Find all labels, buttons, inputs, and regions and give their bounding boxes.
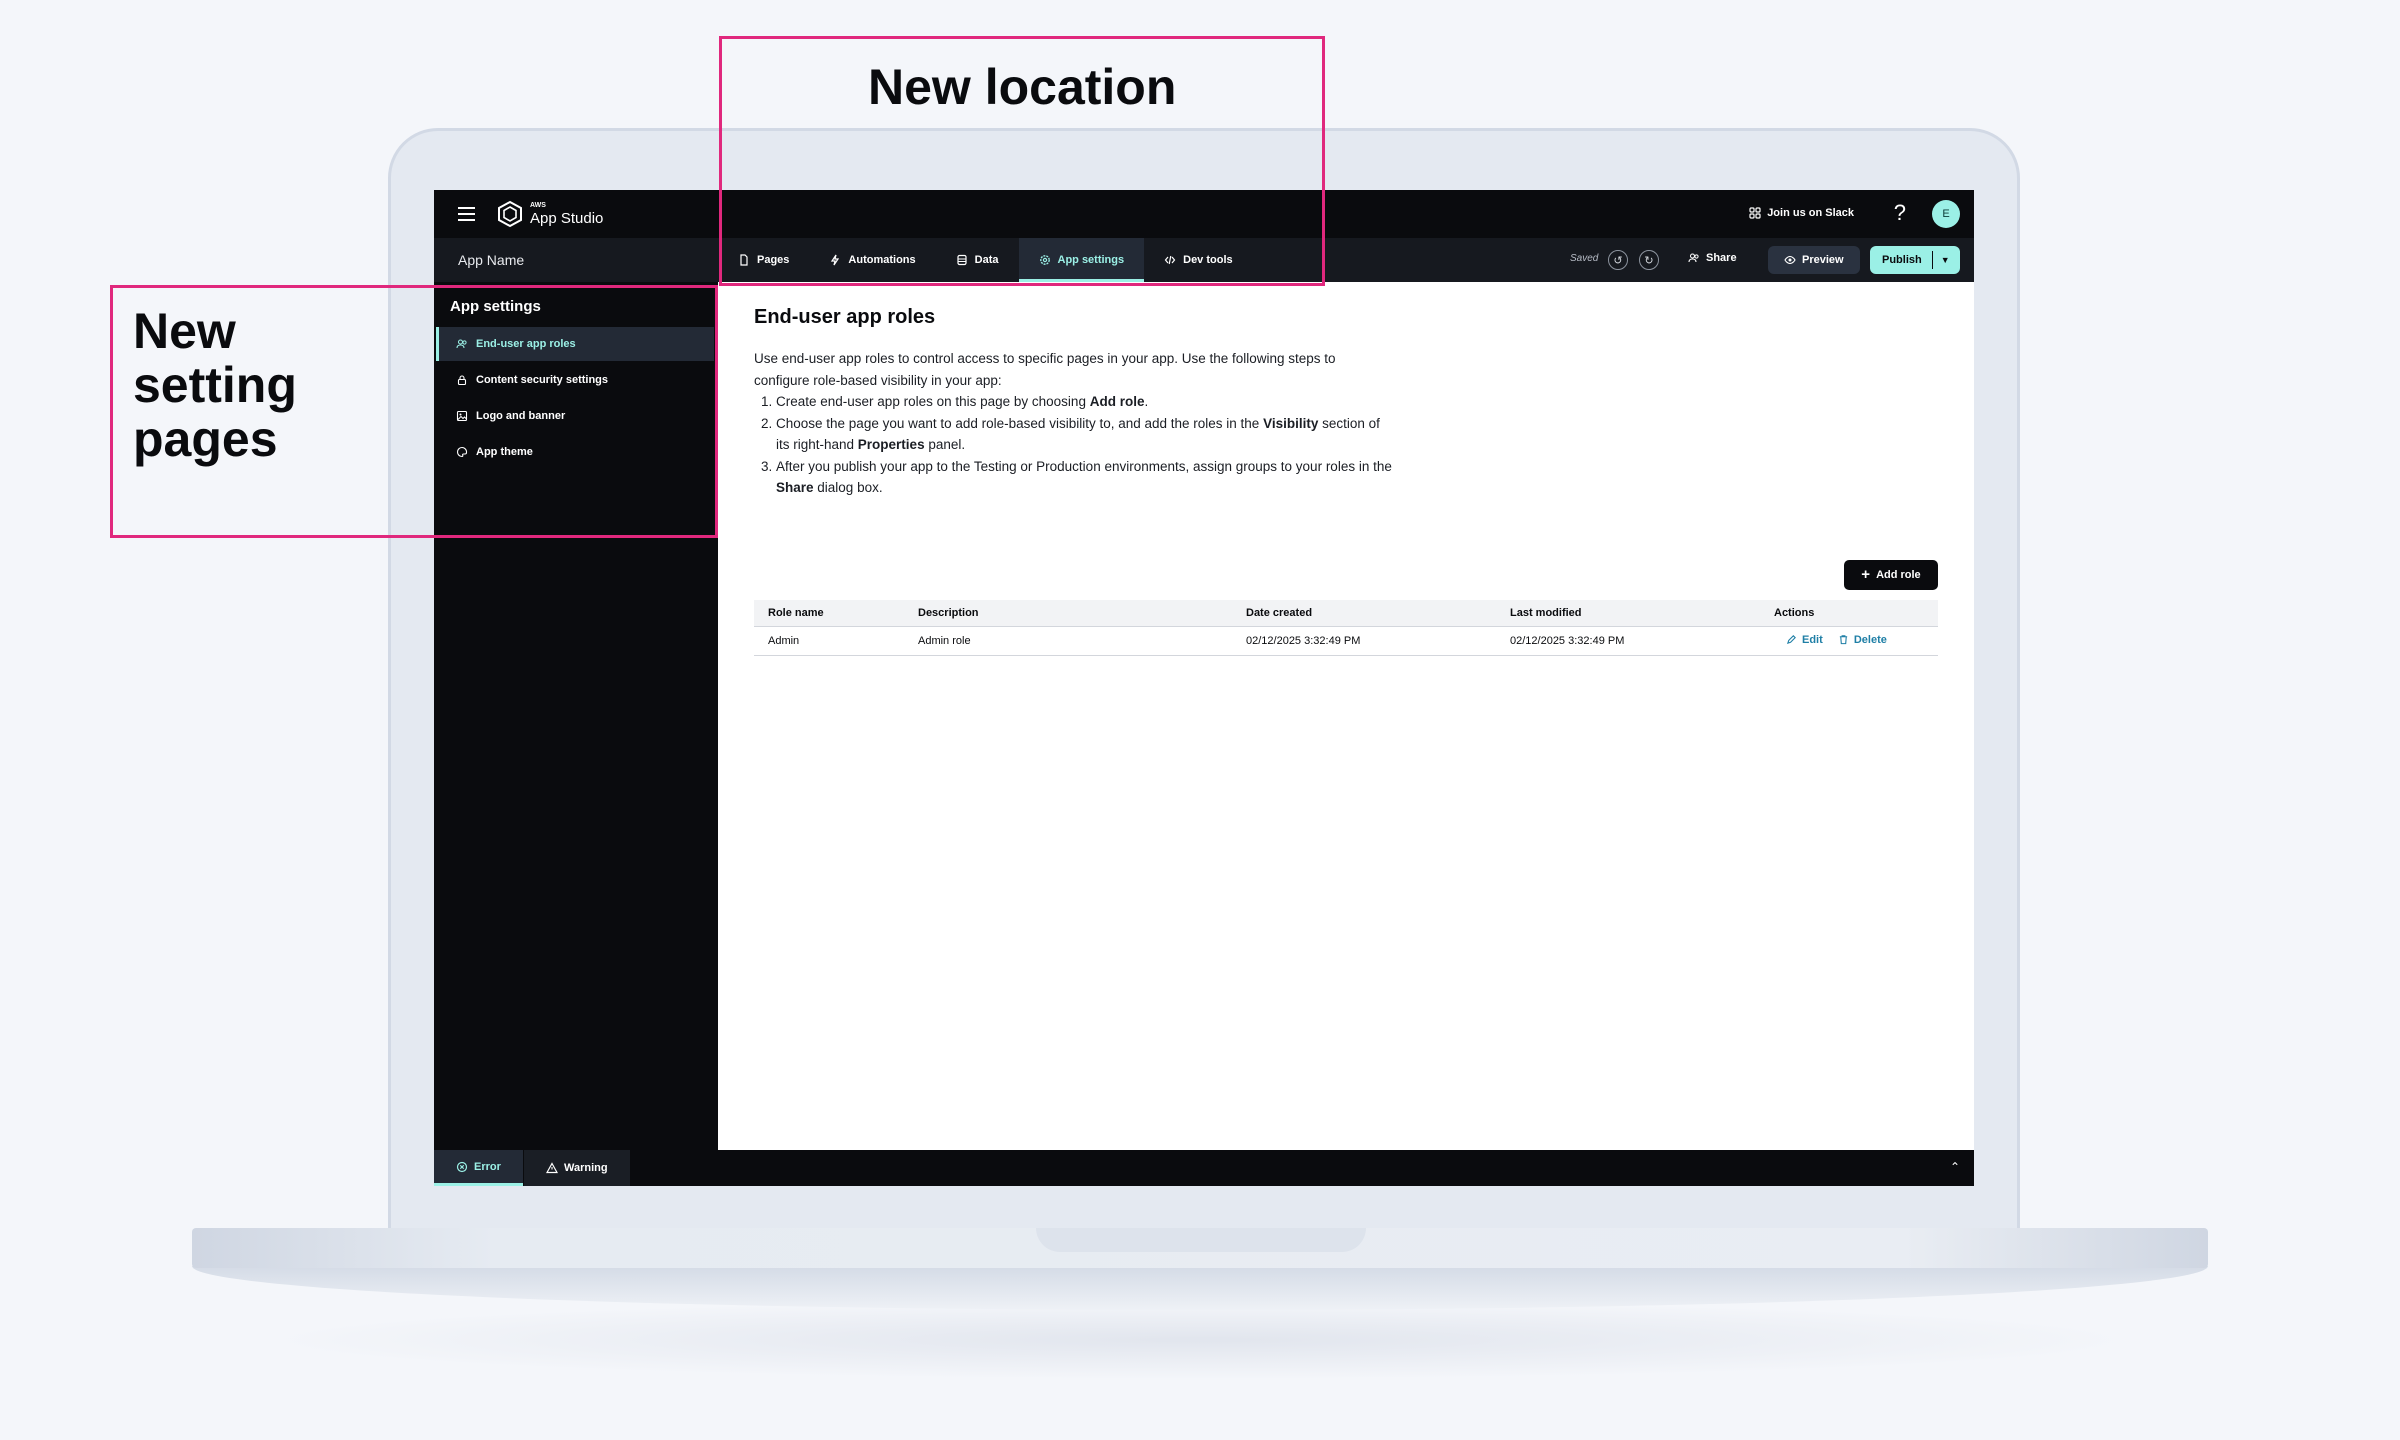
cell-date-created: 02/12/2025 3:32:49 PM bbox=[1246, 635, 1361, 647]
laptop-shadow bbox=[250, 1300, 2150, 1380]
publish-button[interactable]: Publish ▼ bbox=[1870, 246, 1960, 274]
table-row: Admin Admin role 02/12/2025 3:32:49 PM 0… bbox=[754, 627, 1938, 656]
pencil-icon bbox=[1786, 635, 1796, 645]
steps-list: Create end-user app roles on this page b… bbox=[754, 391, 1394, 499]
undo-icon[interactable]: ↺ bbox=[1608, 250, 1628, 270]
cell-description: Admin role bbox=[918, 635, 971, 647]
callout-line: setting bbox=[133, 357, 297, 413]
cell-actions: Edit Delete bbox=[1774, 634, 1938, 649]
preview-button[interactable]: Preview bbox=[1768, 246, 1860, 274]
share-button[interactable]: Share bbox=[1688, 252, 1737, 264]
error-icon bbox=[456, 1161, 468, 1172]
brand-name: App Studio bbox=[530, 210, 604, 227]
table-header: Role name Description Date created Last … bbox=[754, 600, 1938, 627]
step-text: Choose the page you want to add role-bas… bbox=[776, 415, 1264, 431]
chevron-up-icon[interactable]: ⌃ bbox=[1950, 1160, 1960, 1174]
edit-label: Edit bbox=[1802, 633, 1823, 646]
people-icon bbox=[1688, 253, 1699, 263]
warning-icon bbox=[546, 1162, 558, 1174]
warning-tab[interactable]: Warning bbox=[524, 1150, 630, 1186]
share-label: Share bbox=[1706, 252, 1737, 264]
hamburger-menu-icon[interactable] bbox=[458, 207, 475, 221]
main-content: End-user app roles Use end-user app role… bbox=[718, 282, 1974, 1150]
add-role-button[interactable]: + Add role bbox=[1844, 560, 1938, 590]
header-date-created: Date created bbox=[1246, 607, 1313, 619]
intro-lead: Use end-user app roles to control access… bbox=[754, 351, 1336, 388]
callout-line: pages bbox=[133, 411, 278, 467]
step-text: panel. bbox=[924, 437, 966, 452]
warning-label: Warning bbox=[564, 1162, 608, 1174]
step-text: Create end-user app roles on this page b… bbox=[776, 394, 1090, 409]
error-label: Error bbox=[474, 1160, 501, 1173]
join-slack-label: Join us on Slack bbox=[1767, 207, 1854, 219]
delete-label: Delete bbox=[1853, 633, 1887, 646]
app-name: App Name bbox=[458, 252, 525, 268]
roles-table: Role name Description Date created Last … bbox=[754, 600, 1938, 656]
trash-icon bbox=[1839, 635, 1848, 645]
saved-status: Saved bbox=[1570, 253, 1599, 264]
header-description: Description bbox=[918, 607, 979, 619]
step-text: After you publish your app to the Testin… bbox=[776, 458, 1392, 474]
cell-role-name: Admin bbox=[768, 635, 800, 647]
user-avatar[interactable]: E bbox=[1932, 200, 1960, 228]
callout-line: New bbox=[133, 303, 236, 359]
preview-label: Preview bbox=[1802, 254, 1844, 266]
step-1: Create end-user app roles on this page b… bbox=[776, 391, 1394, 413]
eye-icon bbox=[1784, 255, 1796, 265]
step-bold: Visibility bbox=[1263, 415, 1319, 431]
chevron-down-icon[interactable]: ▼ bbox=[1933, 255, 1950, 265]
step-bold: Properties bbox=[857, 437, 925, 452]
bottom-bar: Error Warning ⌃ bbox=[434, 1150, 1974, 1186]
publish-label: Publish bbox=[1870, 251, 1933, 269]
header-last-modified: Last modified bbox=[1510, 607, 1582, 619]
header-role-name: Role name bbox=[768, 607, 824, 619]
add-role-label: Add role bbox=[1876, 569, 1921, 581]
step-text: dialog box. bbox=[813, 480, 883, 495]
header-actions: Actions bbox=[1774, 607, 1815, 619]
edit-button[interactable]: Edit bbox=[1786, 634, 1823, 646]
laptop-notch bbox=[1036, 1228, 1366, 1252]
callout-label-new-location: New location bbox=[868, 59, 1177, 115]
step-bold: Add role bbox=[1089, 394, 1145, 409]
slack-icon bbox=[1749, 207, 1761, 219]
join-slack-link[interactable]: Join us on Slack bbox=[1749, 207, 1854, 219]
intro-text: Use end-user app roles to control access… bbox=[754, 348, 1394, 499]
step-3: After you publish your app to the Testin… bbox=[776, 456, 1394, 499]
step-bold: Share bbox=[776, 480, 814, 495]
delete-button[interactable]: Delete bbox=[1838, 634, 1887, 646]
error-tab[interactable]: Error bbox=[434, 1150, 523, 1186]
step-text: . bbox=[1144, 394, 1149, 409]
step-2: Choose the page you want to add role-bas… bbox=[776, 413, 1394, 456]
page-title: End-user app roles bbox=[754, 306, 936, 328]
cell-last-modified: 02/12/2025 3:32:49 PM bbox=[1510, 635, 1625, 647]
callout-label-new-setting-pages: New setting pages bbox=[133, 304, 297, 466]
plus-icon: + bbox=[1861, 566, 1871, 583]
redo-icon[interactable]: ↻ bbox=[1639, 250, 1659, 270]
help-icon[interactable]: ? bbox=[1894, 200, 1906, 226]
app-studio-logo-icon bbox=[498, 200, 522, 228]
brand-aws-label: AWS bbox=[530, 202, 546, 209]
